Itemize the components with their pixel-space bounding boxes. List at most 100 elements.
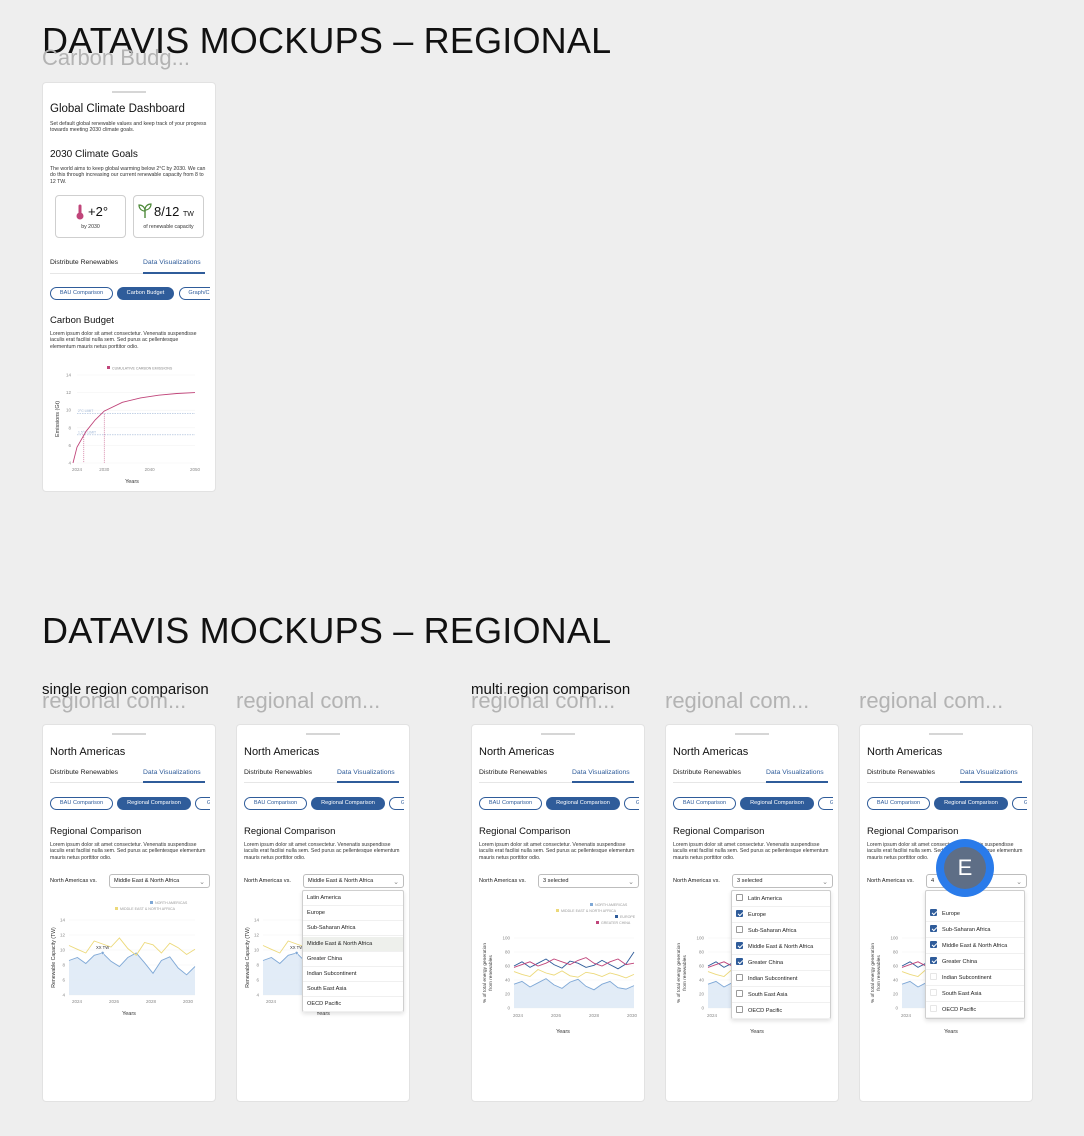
pill-graph[interactable]: Graph/C (179, 287, 210, 300)
checklist-option[interactable]: Europe (926, 906, 1024, 922)
checkbox-checked[interactable] (930, 957, 937, 964)
region-select[interactable]: Middle East & North Africa ⌄ (303, 874, 404, 888)
tab-data-visualizations[interactable]: Data Visualizations (143, 769, 201, 776)
checklist-option[interactable]: Sub-Saharan Africa (732, 923, 830, 939)
region-select[interactable]: Middle East & North Africa ⌄ (109, 874, 210, 888)
regional-comparison-frame[interactable]: North Americas Distribute Renewables Data … (471, 724, 645, 1102)
dropdown-option[interactable]: Middle East & North Africa (303, 936, 403, 952)
pill-graph[interactable]: Gr (195, 797, 210, 810)
checkbox-unchecked[interactable] (736, 990, 743, 997)
tab-distribute-renewables[interactable]: Distribute Renewables (673, 769, 741, 776)
checklist-option[interactable]: Indian Subcontinent (732, 971, 830, 987)
legend-label: MIDDLE EAST & NORTH AFRICA (120, 907, 176, 911)
region-title: North Americas (244, 746, 320, 758)
frame-label-carbon[interactable]: Carbon Budg... (42, 45, 190, 71)
checkbox-unchecked[interactable] (930, 973, 937, 980)
checklist-option[interactable]: Greater China (926, 954, 1024, 970)
checkbox-checked[interactable] (930, 909, 937, 916)
pill-regional-comparison[interactable]: Regional Comparison (311, 797, 385, 810)
dropdown-option[interactable]: OECD Pacific (303, 997, 403, 1013)
tab-data-visualizations[interactable]: Data Visualizations (143, 259, 201, 266)
pill-regional-comparison[interactable]: Regional Comparison (117, 797, 191, 810)
tab-data-visualizations[interactable]: Data Visualizations (960, 769, 1018, 776)
dropdown-option[interactable]: Greater China (303, 952, 403, 967)
y-tick-label: 14 (254, 918, 260, 923)
y-tick-label: 8 (256, 963, 259, 968)
checkbox-unchecked[interactable] (930, 989, 937, 996)
carbon-budget-frame[interactable]: Global Climate Dashboard Set default glo… (42, 82, 216, 492)
pill-regional-comparison[interactable]: Regional Comparison (740, 797, 814, 810)
checkbox-checked[interactable] (736, 942, 743, 949)
checkbox-checked[interactable] (930, 941, 937, 948)
pill-bau-comparison[interactable]: BAU Comparison (867, 797, 930, 810)
option-label: Greater China (942, 959, 978, 965)
pill-graph[interactable]: Gr (389, 797, 404, 810)
goals-title: 2030 Climate Goals (50, 149, 138, 160)
tab-distribute-renewables[interactable]: Distribute Renewables (479, 769, 547, 776)
checkbox-unchecked[interactable] (736, 894, 743, 901)
checklist-option[interactable]: South East Asia (732, 987, 830, 1003)
pill-bau-comparison[interactable]: BAU Comparison (244, 797, 307, 810)
pill-carbon-budget[interactable]: Carbon Budget (117, 287, 174, 300)
pill-bau-comparison[interactable]: BAU Comparison (50, 797, 113, 810)
tab-data-visualizations[interactable]: Data Visualizations (572, 769, 630, 776)
checkbox-checked[interactable] (930, 925, 937, 932)
frame-label-2[interactable]: regional com... (236, 688, 380, 714)
dropdown-option[interactable]: Latin America (303, 891, 403, 906)
option-label: South East Asia (942, 991, 982, 997)
y-tick-label: 4 (256, 993, 259, 998)
checklist-option[interactable]: South East Asia (926, 986, 1024, 1002)
checkbox-checked[interactable] (736, 958, 743, 965)
tab-distribute-renewables[interactable]: Distribute Renewables (50, 769, 118, 776)
regional-comparison-frame[interactable]: North Americas Distribute Renewables Data … (665, 724, 839, 1102)
tab-data-visualizations[interactable]: Data Visualizations (766, 769, 824, 776)
region-multiselect[interactable]: 3 selected ⌄ (538, 874, 639, 888)
avatar[interactable]: E (936, 839, 994, 897)
pill-bau-comparison[interactable]: BAU Comparison (479, 797, 542, 810)
regional-comparison-frame[interactable]: North Americas Distribute Renewables Data … (236, 724, 410, 1102)
region-multiselect[interactable]: 3 selected ⌄ (732, 874, 833, 888)
checklist-option[interactable]: Europe (732, 907, 830, 923)
vs-label: North Americas vs. (244, 878, 291, 884)
pill-graph[interactable]: Gr (624, 797, 639, 810)
checkbox-checked[interactable] (736, 910, 743, 917)
pill-graph[interactable]: Gr (1012, 797, 1027, 810)
y-tick-label: 20 (505, 992, 511, 997)
checklist-option[interactable]: OECD Pacific (732, 1003, 830, 1019)
tab-data-visualizations[interactable]: Data Visualizations (337, 769, 395, 776)
pill-regional-comparison[interactable]: Regional Comparison (546, 797, 620, 810)
pill-bau-comparison[interactable]: BAU Comparison (673, 797, 736, 810)
checkbox-unchecked[interactable] (736, 974, 743, 981)
carbon-budget-chart: CUMULATIVE CARBON EMISSIONS 4 6 8 10 12 14 2024… (55, 366, 201, 485)
option-label: Indian Subcontinent (942, 975, 992, 981)
dropdown-option[interactable]: Europe (303, 906, 403, 922)
tab-active-indicator (143, 781, 205, 783)
checklist-option[interactable]: OECD Pacific (926, 1002, 1024, 1018)
pill-regional-comparison[interactable]: Regional Comparison (934, 797, 1008, 810)
regional-comparison-frame[interactable]: North Americas Distribute Renewables Data … (859, 724, 1033, 1102)
frame-label-5[interactable]: regional com... (859, 688, 1003, 714)
y-tick-label: 6 (62, 978, 65, 983)
regional-comparison-frame[interactable]: North Americas Distribute Renewables Data … (42, 724, 216, 1102)
frame-label-4[interactable]: regional com... (665, 688, 809, 714)
checklist-option[interactable]: Middle East & North Africa (926, 938, 1024, 954)
checklist-option[interactable]: Greater China (732, 955, 830, 971)
checklist-option[interactable]: Latin America (732, 891, 830, 907)
checkbox-unchecked[interactable] (930, 1005, 937, 1012)
y-tick-label: 100 (502, 936, 510, 941)
dropdown-option[interactable]: South East Asia (303, 982, 403, 998)
tab-distribute-renewables[interactable]: Distribute Renewables (244, 769, 312, 776)
checklist-option[interactable]: Sub-Saharan Africa (926, 922, 1024, 938)
pill-bau-comparison[interactable]: BAU Comparison (50, 287, 113, 300)
dropdown-option[interactable]: Sub-Saharan Africa (303, 921, 403, 937)
checklist-option[interactable]: Indian Subcontinent (926, 970, 1024, 986)
region-dropdown-menu: Latin America Europe Sub-Saharan Africa Mid… (302, 890, 404, 1013)
tab-distribute-renewables[interactable]: Distribute Renewables (50, 259, 118, 266)
x-tick-label: 2030 (99, 467, 110, 472)
pill-graph[interactable]: Gr (818, 797, 833, 810)
dropdown-option[interactable]: Indian Subcontinent (303, 967, 403, 982)
tab-distribute-renewables[interactable]: Distribute Renewables (867, 769, 935, 776)
checkbox-unchecked[interactable] (736, 926, 743, 933)
checklist-option[interactable]: Middle East & North Africa (732, 939, 830, 955)
checkbox-unchecked[interactable] (736, 1006, 743, 1013)
